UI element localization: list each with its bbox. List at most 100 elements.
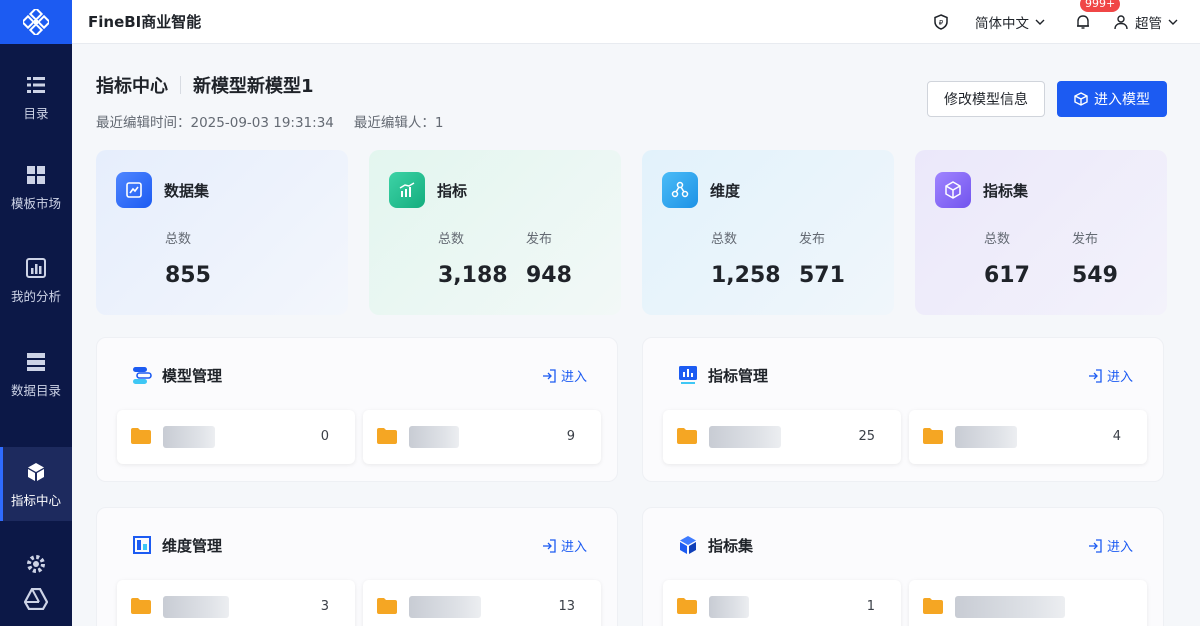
folder-card[interactable] <box>909 580 1147 626</box>
sidebar-item-catalog[interactable]: 目录 <box>0 60 72 134</box>
metric-manage-icon <box>679 366 697 384</box>
enter-link[interactable]: 进入 <box>542 536 587 555</box>
stat-published-label: 发布 <box>799 232 826 247</box>
drive-icon <box>23 587 49 611</box>
logo-icon <box>23 9 49 35</box>
panel-metric-set: 指标集 进入 1 <box>642 507 1164 626</box>
folder-card[interactable]: 3 <box>117 580 355 626</box>
sidebar-settings-button[interactable] <box>24 552 48 580</box>
stat-published-label: 发布 <box>526 232 553 247</box>
enter-label: 进入 <box>1106 540 1133 555</box>
panel-title: 模型管理 <box>162 366 223 385</box>
app-brand: FineBI商业智能 <box>88 13 202 31</box>
stat-name: 指标 <box>437 181 468 200</box>
dimension-icon <box>662 172 698 208</box>
panel-title: 指标集 <box>708 536 754 555</box>
user-name: 超管 <box>1135 15 1162 32</box>
folder-name-redacted <box>163 596 229 618</box>
stat-total-label: 总数 <box>711 232 738 247</box>
metric-icon <box>389 172 425 208</box>
last-editor: 最近编辑人：1 <box>353 115 444 131</box>
stat-total-value: 3,188 <box>438 263 508 288</box>
panel-title: 维度管理 <box>162 536 223 555</box>
folder-count: 1 <box>866 599 875 614</box>
folder-icon <box>131 598 151 614</box>
metric-set-cube-icon <box>680 536 696 554</box>
stat-published-value: 549 <box>1072 263 1118 288</box>
stat-card-dataset[interactable]: 数据集 总数 855 <box>96 150 348 315</box>
analysis-icon <box>26 257 46 278</box>
folder-card[interactable]: 9 <box>363 410 601 464</box>
enter-icon <box>1088 368 1102 383</box>
enter-link[interactable]: 进入 <box>1088 366 1133 385</box>
folder-icon <box>923 428 943 444</box>
folder-card[interactable]: 25 <box>663 410 901 464</box>
user-menu[interactable]: 超管 <box>1113 12 1178 32</box>
metric-set-icon <box>935 172 971 208</box>
language-select[interactable]: 简体中文 <box>975 12 1045 32</box>
folder-card[interactable]: 1 <box>663 580 901 626</box>
folder-count: 0 <box>320 429 329 444</box>
folder-count: 4 <box>1112 429 1121 444</box>
stat-total-label: 总数 <box>165 232 192 247</box>
data-catalog-icon <box>27 352 45 371</box>
svg-text:₽: ₽ <box>939 19 944 27</box>
stat-card-dimension[interactable]: 维度 总数 发布 1,258 571 <box>642 150 894 315</box>
sidebar-item-label: 指标中心 <box>10 492 61 508</box>
folder-count: 9 <box>566 429 575 444</box>
folder-icon <box>377 428 397 444</box>
stat-name: 维度 <box>710 181 741 200</box>
top-bar: FineBI商业智能 ₽ 简体中文 999+ 超管 <box>72 0 1200 44</box>
enter-link[interactable]: 进入 <box>1088 536 1133 555</box>
notification-badge: 999+ <box>1080 0 1121 12</box>
sidebar-item-metric-center[interactable]: 指标中心 <box>0 447 72 521</box>
sidebar-item-data-catalog[interactable]: 数据目录 <box>0 337 72 411</box>
sidebar-item-template-market[interactable]: 模板市场 <box>0 150 72 224</box>
enter-model-button[interactable]: 进入模型 <box>1057 81 1167 117</box>
sidebar-item-label: 目录 <box>23 105 49 121</box>
language-label: 简体中文 <box>975 15 1029 32</box>
folder-icon <box>677 428 697 444</box>
app-logo[interactable] <box>0 0 72 44</box>
stat-total-value: 855 <box>165 263 211 288</box>
sidebar: 目录 模板市场 我的分析 数据目录 指标中心 <box>0 0 72 626</box>
folder-count: 3 <box>320 599 329 614</box>
folder-icon <box>377 598 397 614</box>
chevron-down-icon <box>1035 19 1045 25</box>
cube-icon <box>1074 92 1088 106</box>
stat-total-value: 617 <box>984 263 1030 288</box>
enter-icon <box>1088 538 1102 553</box>
stat-published-value: 571 <box>799 263 845 288</box>
user-icon <box>1114 14 1128 29</box>
sidebar-drive-button[interactable] <box>23 587 49 614</box>
enter-label: 进入 <box>560 370 587 385</box>
stat-total-value: 1,258 <box>711 263 781 288</box>
stat-published-label: 发布 <box>1072 232 1099 247</box>
template-market-icon <box>27 165 45 184</box>
stat-card-metric[interactable]: 指标 总数 发布 3,188 948 <box>369 150 621 315</box>
folder-card[interactable]: 13 <box>363 580 601 626</box>
enter-icon <box>542 368 556 383</box>
folder-card[interactable]: 4 <box>909 410 1147 464</box>
panel-dimension-management: 维度管理 进入 3 13 <box>96 507 618 626</box>
notification-button[interactable]: 999+ <box>1075 0 1121 30</box>
stat-card-metric-set[interactable]: 指标集 总数 发布 617 549 <box>915 150 1167 315</box>
chevron-down-icon <box>1168 19 1178 25</box>
breadcrumb[interactable]: 指标中心 <box>96 72 168 98</box>
model-meta: 最近编辑时间：2025-09-03 19:31:34 最近编辑人：1 <box>96 111 443 131</box>
folder-name-redacted <box>955 596 1065 618</box>
security-shield-icon[interactable]: ₽ <box>933 13 949 30</box>
sidebar-item-label: 模板市场 <box>10 195 61 211</box>
folder-icon <box>923 598 943 614</box>
panel-title: 指标管理 <box>708 366 769 385</box>
last-edit-time: 最近编辑时间：2025-09-03 19:31:34 <box>96 115 334 131</box>
edit-model-info-button[interactable]: 修改模型信息 <box>927 81 1045 117</box>
metric-center-icon <box>28 462 44 481</box>
folder-card[interactable]: 0 <box>117 410 355 464</box>
sidebar-item-my-analysis[interactable]: 我的分析 <box>0 243 72 317</box>
enter-icon <box>542 538 556 553</box>
stat-total-label: 总数 <box>438 232 465 247</box>
enter-link[interactable]: 进入 <box>542 366 587 385</box>
sidebar-item-label: 我的分析 <box>10 288 61 304</box>
folder-name-redacted <box>955 426 1017 448</box>
